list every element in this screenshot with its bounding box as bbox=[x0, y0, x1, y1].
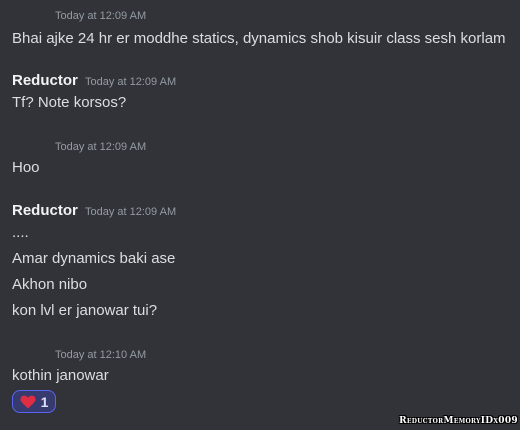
message-text: Bhai ajke 24 hr er moddhe statics, dynam… bbox=[12, 30, 506, 47]
message-author[interactable]: Reductor bbox=[12, 202, 78, 219]
reaction-button[interactable]: 1 bbox=[12, 390, 56, 413]
message-timestamp: Today at 12:09 AM bbox=[85, 76, 177, 88]
message-timestamp: Today at 12:09 AM bbox=[85, 206, 177, 218]
message-text: Amar dynamics baki ase bbox=[12, 250, 176, 267]
message-timestamp: Today at 12:09 AM bbox=[55, 10, 147, 22]
message-text: Akhon nibo bbox=[12, 276, 88, 293]
message-text: .... bbox=[12, 224, 29, 241]
chat-log: Today at 12:09 AM Bhai ajke 24 hr er mod… bbox=[0, 0, 520, 430]
message-text: Tf? Note korsos? bbox=[12, 94, 127, 111]
message-timestamp: Today at 12:10 AM bbox=[55, 349, 147, 361]
watermark: ReductorMemoryIDx009 bbox=[399, 416, 518, 426]
heart-icon bbox=[20, 395, 36, 409]
reaction-count: 1 bbox=[40, 393, 49, 410]
message-author[interactable]: Reductor bbox=[12, 72, 78, 89]
message-text: Hoo bbox=[12, 159, 40, 176]
message-timestamp: Today at 12:09 AM bbox=[55, 141, 147, 153]
message-text: kothin janowar bbox=[12, 367, 109, 384]
message-text: kon lvl er janowar tui? bbox=[12, 302, 158, 319]
